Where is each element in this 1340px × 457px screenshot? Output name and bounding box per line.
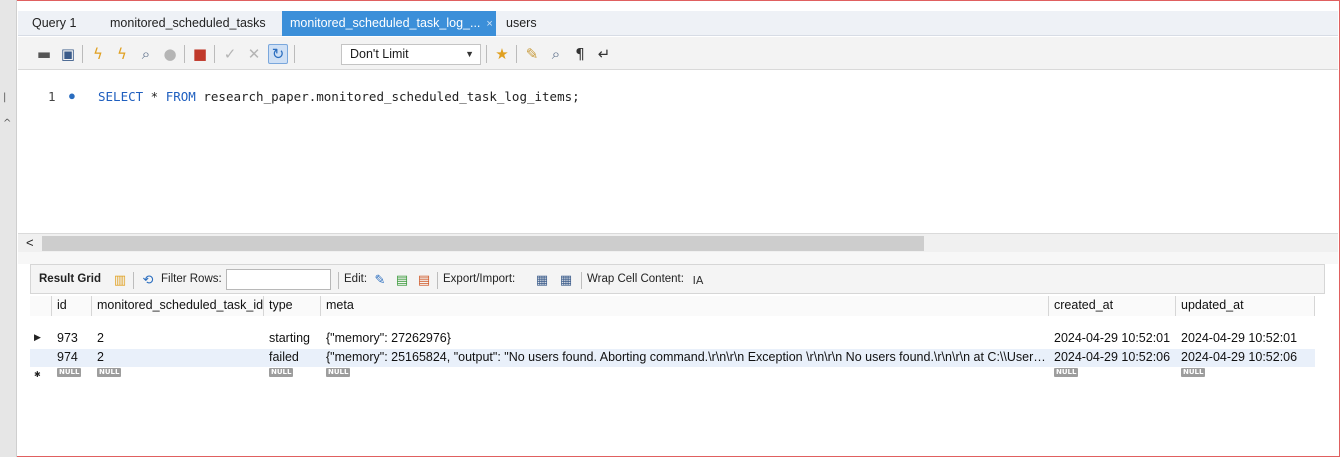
cell-id[interactable]: NULL [52,367,92,381]
add-row-icon[interactable]: ▤ [393,271,411,289]
export-import-label: Export/Import: [443,273,516,285]
filter-rows-label: Filter Rows: [161,273,222,285]
scroll-left-icon[interactable]: < [26,235,34,250]
rollback-icon[interactable]: ✕ [244,44,264,64]
autocommit-icon[interactable]: ↻ [268,44,288,64]
new-row-marker-icon: ✱ [34,370,41,379]
query-tab-bar: Query 1 monitored_scheduled_tasks monito… [18,11,1338,36]
new-row[interactable]: ✱ NULL NULL NULL NULL NULL NULL [30,367,1315,381]
column-header-created-at[interactable]: created_at [1049,296,1176,316]
column-header-updated-at[interactable]: updated_at [1176,296,1315,316]
invisible-chars-icon[interactable]: ¶ [570,44,590,64]
panel-splitter[interactable] [18,252,1338,264]
null-badge: NULL [57,368,82,377]
toolbar-separator [82,45,83,63]
sql-query[interactable]: SELECT * FROM research_paper.monitored_s… [98,89,580,104]
cell-type[interactable]: failed [264,349,321,367]
close-tab-icon[interactable]: × [486,18,492,30]
toolbar-separator [184,45,185,63]
wrap-cell-toggle-icon[interactable]: IA [689,271,707,289]
export-icon[interactable]: ▦ [533,271,551,289]
toolbar-separator [214,45,215,63]
filter-rows-input[interactable] [226,269,331,290]
table-row[interactable]: ▶ 973 2 starting {"memory": 27262976} 20… [30,329,1315,349]
tab-query-1[interactable]: Query 1 [24,11,84,36]
cell-meta[interactable]: NULL [321,367,1049,381]
left-sidebar-edge: | ^ [0,0,17,457]
refresh-icon[interactable]: ⟲ [139,271,157,289]
result-toolbar: Result Grid ▥ ⟲ Filter Rows: Edit: ✎ ▤ ▤… [30,264,1325,294]
column-header-monitored-scheduled-task-id[interactable]: monitored_scheduled_task_id [92,296,264,316]
open-folder-icon[interactable]: ▬ [34,44,54,64]
cell-task-id[interactable]: NULL [92,367,264,381]
result-grid-tab[interactable]: Result Grid [39,273,101,285]
line-number: 1 [48,89,56,104]
limit-rows-select[interactable]: Don't Limit ▼ [341,44,481,65]
edit-label: Edit: [344,273,368,285]
scrollbar-thumb[interactable] [42,236,924,251]
commit-icon[interactable]: ✓ [220,44,240,64]
cell-updated-at[interactable]: 2024-04-29 10:52:01 [1176,329,1315,349]
cell-type[interactable]: starting [264,329,321,349]
cell-updated-at[interactable]: NULL [1176,367,1315,381]
toolbar-separator [338,272,339,289]
toolbar-separator [437,272,438,289]
chevron-down-icon: ▼ [465,49,474,59]
sql-editor-toolbar: ▬ ▣ ϟ ϟ ⌕ ● ■ ✓ ✕ ↻ Don't Limit ▼ ★ ✎ ⌕ … [18,37,1338,70]
wrap-icon[interactable]: ↵ [594,44,614,64]
tab-monitored-scheduled-task-log[interactable]: monitored_scheduled_task_log_... × [282,11,496,36]
caret-up-icon[interactable]: ^ [3,118,11,129]
execute-current-icon[interactable]: ϟ [112,44,132,64]
column-header-id[interactable]: id [52,296,92,316]
toggle-error-icon[interactable]: ■ [190,44,210,64]
null-badge: NULL [97,368,122,377]
collapse-marker-icon[interactable]: | [3,92,6,103]
cell-created-at[interactable]: NULL [1049,367,1176,381]
table-row[interactable]: 974 2 failed {"memory": 25165824, "outpu… [30,349,1315,367]
null-badge: NULL [326,368,351,377]
cell-id[interactable]: 973 [52,329,92,349]
cell-id[interactable]: 974 [52,349,92,367]
cell-task-id[interactable]: 2 [92,329,264,349]
cell-meta[interactable]: {"memory": 27262976} [321,329,1049,349]
cell-type[interactable]: NULL [264,367,321,381]
save-icon[interactable]: ▣ [58,44,78,64]
stop-icon[interactable]: ● [160,44,180,64]
delete-row-icon[interactable]: ▤ [415,271,433,289]
tab-monitored-scheduled-tasks[interactable]: monitored_scheduled_tasks [102,11,274,36]
explain-icon[interactable]: ⌕ [136,44,156,64]
cell-task-id[interactable]: 2 [92,349,264,367]
beautify-icon[interactable]: ✎ [522,44,542,64]
null-badge: NULL [269,368,294,377]
execute-icon[interactable]: ϟ [88,44,108,64]
sql-editor[interactable]: 1 ● SELECT * FROM research_paper.monitor… [18,71,1338,233]
import-icon[interactable]: ▦ [557,271,575,289]
statement-marker-icon: ● [68,88,76,103]
column-header-type[interactable]: type [264,296,321,316]
find-icon[interactable]: ⌕ [546,44,566,64]
workbench-app: Query 1 monitored_scheduled_tasks monito… [18,0,1338,456]
tab-users[interactable]: users [498,11,545,36]
toolbar-separator [581,272,582,289]
grid-view-icon[interactable]: ▥ [111,271,129,289]
null-badge: NULL [1181,368,1206,377]
editor-horizontal-scrollbar[interactable]: < [18,233,1338,252]
grid-header: id monitored_scheduled_task_id type meta… [30,296,1315,316]
cell-meta[interactable]: {"memory": 25165824, "output": "No users… [321,349,1049,367]
cell-created-at[interactable]: 2024-04-29 10:52:01 [1049,329,1176,349]
row-marker-header [30,296,52,316]
bookmark-icon[interactable]: ★ [492,44,512,64]
toolbar-separator [133,272,134,289]
toolbar-separator [516,45,517,63]
cell-updated-at[interactable]: 2024-04-29 10:52:06 [1176,349,1315,367]
null-badge: NULL [1054,368,1079,377]
column-header-meta[interactable]: meta [321,296,1049,316]
wrap-cell-content-label: Wrap Cell Content: [587,273,684,285]
cell-created-at[interactable]: 2024-04-29 10:52:06 [1049,349,1176,367]
current-row-marker-icon: ▶ [34,333,41,343]
toolbar-separator [294,45,295,63]
toolbar-separator [486,45,487,63]
edit-row-icon[interactable]: ✎ [371,271,389,289]
